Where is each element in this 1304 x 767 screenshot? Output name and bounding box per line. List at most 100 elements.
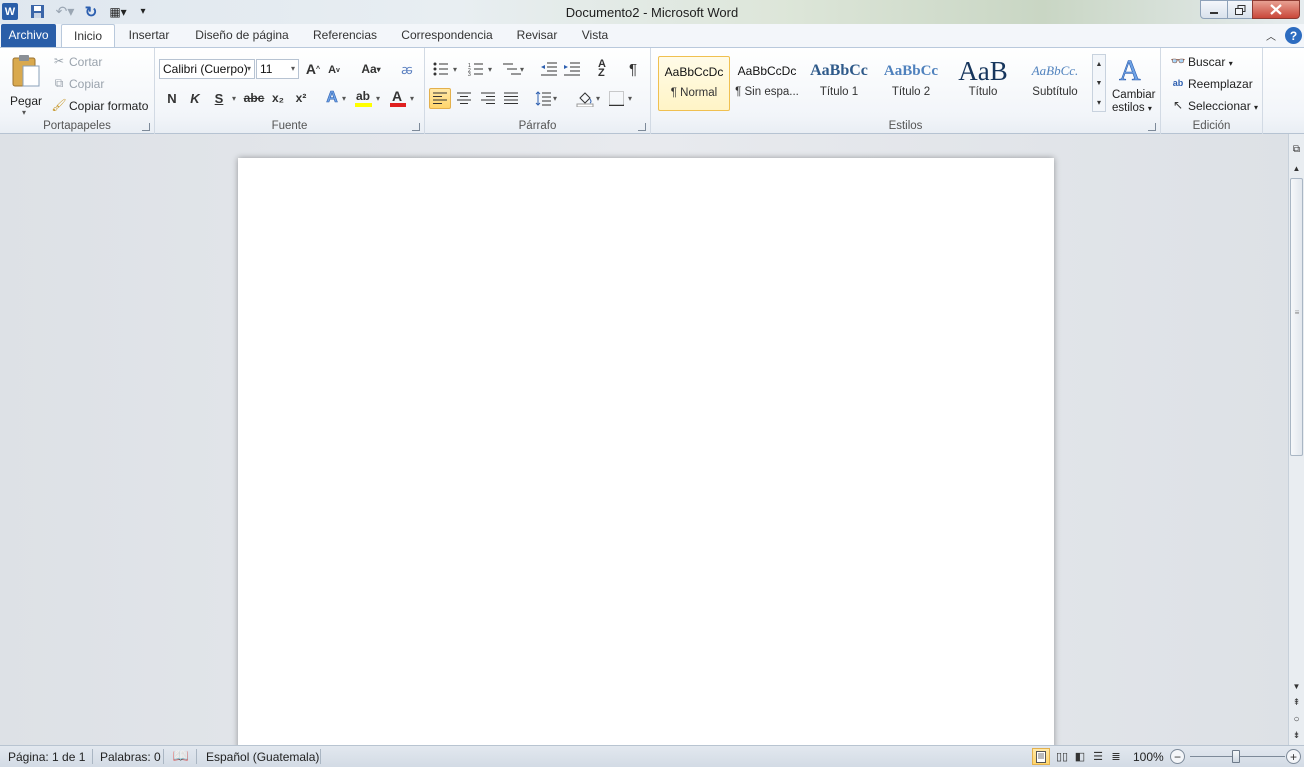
paste-button[interactable]: Pegar ▾ — [6, 53, 46, 117]
increase-indent-icon[interactable] — [564, 62, 580, 76]
minimize-ribbon-icon[interactable]: ︿ — [1264, 28, 1278, 43]
numbering-icon[interactable]: 123 — [468, 62, 484, 76]
scroll-thumb[interactable]: ≡ — [1290, 178, 1303, 456]
shading-icon[interactable] — [576, 90, 594, 107]
align-center-icon[interactable] — [457, 92, 471, 105]
bold-button[interactable]: N — [163, 88, 181, 108]
vertical-scrollbar[interactable]: ⧉ ▲ ≡ ▼ ⇞ ○ ⇟ — [1288, 134, 1304, 745]
multilevel-dropdown-icon[interactable]: ▾ — [520, 65, 524, 74]
show-formatting-button[interactable]: ¶ — [625, 59, 641, 79]
italic-button[interactable]: K — [186, 88, 204, 108]
shrink-font-icon[interactable]: Av — [327, 62, 341, 78]
align-right-icon[interactable] — [481, 92, 495, 105]
line-spacing-dropdown-icon[interactable]: ▾ — [553, 94, 557, 103]
draft-view-icon[interactable]: ≣ — [1108, 748, 1124, 765]
change-styles-button[interactable]: A Cambiar estilos ▾ — [1109, 52, 1157, 114]
tab-revisar[interactable]: Revisar — [509, 24, 565, 47]
style-name: Título — [968, 86, 998, 98]
reading-view-icon[interactable]: ▯▯ — [1054, 748, 1070, 765]
language-indicator[interactable]: Español (Guatemala) — [206, 750, 319, 764]
subscript-button[interactable]: x₂ — [269, 88, 287, 108]
replace-button[interactable]: Reemplazar — [1188, 77, 1253, 91]
bullets-dropdown-icon[interactable]: ▾ — [453, 65, 457, 74]
title-bar: W ↶▾ ↻ ▦▾ ▾ Documento2 - Microsoft Word — [0, 0, 1304, 24]
strikethrough-button[interactable]: abc — [243, 88, 265, 108]
scroll-up-icon[interactable]: ▲ — [1290, 161, 1303, 175]
web-layout-icon[interactable]: ◧ — [1072, 748, 1088, 765]
gallery-up-icon[interactable]: ▲ — [1093, 55, 1105, 74]
select-button[interactable]: Seleccionar ▾ — [1188, 99, 1258, 113]
bullets-icon[interactable] — [433, 62, 449, 76]
tab-insertar[interactable]: Insertar — [120, 24, 178, 47]
styles-launcher-icon[interactable] — [1148, 123, 1156, 131]
style-titulo[interactable]: AaB Título — [947, 56, 1019, 111]
tab-inicio[interactable]: Inicio — [61, 24, 115, 47]
zoom-in-icon[interactable]: + — [1286, 749, 1301, 764]
paste-dropdown-icon[interactable]: ▾ — [22, 108, 26, 117]
page-indicator[interactable]: Página: 1 de 1 — [8, 750, 85, 764]
clipboard-launcher-icon[interactable] — [142, 123, 150, 131]
style-subtitulo[interactable]: AaBbCc. Subtítulo — [1019, 56, 1091, 111]
style-titulo-2[interactable]: AaBbCc Título 2 — [875, 56, 947, 111]
change-case-button[interactable]: Aa ▾ — [357, 60, 385, 78]
cut-button[interactable]: Cortar — [69, 55, 102, 69]
text-effects-button[interactable]: A — [323, 88, 341, 108]
font-color-dropdown-icon[interactable]: ▾ — [410, 94, 414, 103]
highlight-dropdown-icon[interactable]: ▾ — [376, 94, 380, 103]
tab-referencias[interactable]: Referencias — [305, 24, 385, 47]
document-page[interactable] — [238, 158, 1054, 758]
proofing-icon[interactable]: 📖 — [172, 748, 190, 764]
justify-icon[interactable] — [504, 92, 518, 105]
style-titulo-1[interactable]: AaBbCc Título 1 — [803, 56, 875, 111]
font-launcher-icon[interactable] — [412, 123, 420, 131]
styles-gallery-scroll[interactable]: ▲ ▼ ▾ — [1092, 54, 1106, 112]
align-left-button[interactable] — [429, 88, 451, 109]
tab-vista[interactable]: Vista — [573, 24, 617, 47]
clear-formatting-icon[interactable]: ꬱ — [398, 60, 416, 78]
zoom-out-icon[interactable]: − — [1170, 749, 1185, 764]
grow-font-icon[interactable]: A ^ — [305, 60, 321, 78]
style-normal[interactable]: AaBbCcDc ¶ Normal — [658, 56, 730, 111]
tab-correspondencia[interactable]: Correspondencia — [393, 24, 501, 47]
line-spacing-icon[interactable] — [535, 91, 551, 106]
font-size-combo[interactable]: 11 ▾ — [256, 59, 299, 79]
superscript-button[interactable]: x² — [292, 88, 310, 108]
browse-object-icon[interactable]: ○ — [1290, 712, 1303, 726]
decrease-indent-icon[interactable] — [541, 62, 557, 76]
numbering-dropdown-icon[interactable]: ▾ — [488, 65, 492, 74]
ruler-toggle-icon[interactable]: ⧉ — [1290, 142, 1303, 156]
font-name-combo[interactable]: Calibri (Cuerpo) ▾ — [159, 59, 255, 79]
borders-dropdown-icon[interactable]: ▾ — [628, 94, 632, 103]
style-sin-espaciado[interactable]: AaBbCcDc ¶ Sin espa... — [731, 56, 803, 111]
tab-archivo[interactable]: Archivo — [1, 24, 56, 47]
outline-view-icon[interactable]: ☰ — [1090, 748, 1106, 765]
help-icon[interactable]: ? — [1285, 27, 1302, 44]
find-button[interactable]: Buscar ▾ — [1188, 55, 1233, 69]
restore-button[interactable] — [1227, 0, 1253, 19]
shading-dropdown-icon[interactable]: ▾ — [596, 94, 600, 103]
gallery-down-icon[interactable]: ▼ — [1093, 74, 1105, 93]
copy-button[interactable]: Copiar — [69, 77, 104, 91]
previous-page-icon[interactable]: ⇞ — [1290, 695, 1303, 709]
close-button[interactable] — [1252, 0, 1300, 19]
highlight-button[interactable]: ab — [354, 88, 374, 108]
zoom-slider-thumb[interactable] — [1232, 750, 1240, 763]
paragraph-launcher-icon[interactable] — [638, 123, 646, 131]
tab-diseno-pagina[interactable]: Diseño de página — [186, 24, 298, 47]
underline-button[interactable]: S — [210, 88, 228, 108]
format-painter-button[interactable]: Copiar formato — [69, 99, 148, 113]
multilevel-list-icon[interactable] — [503, 62, 521, 76]
next-page-icon[interactable]: ⇟ — [1290, 728, 1303, 742]
zoom-level[interactable]: 100% — [1133, 750, 1164, 764]
text-effects-dropdown-icon[interactable]: ▾ — [342, 94, 346, 103]
word-count[interactable]: Palabras: 0 — [100, 750, 161, 764]
sort-icon[interactable]: AZ — [593, 59, 611, 79]
gallery-more-icon[interactable]: ▾ — [1093, 93, 1105, 111]
print-layout-view-button[interactable] — [1032, 748, 1050, 765]
scroll-down-icon[interactable]: ▼ — [1290, 679, 1303, 693]
underline-dropdown-icon[interactable]: ▾ — [232, 94, 236, 103]
minimize-button[interactable] — [1200, 0, 1228, 19]
style-name: Título 2 — [891, 86, 931, 98]
borders-icon[interactable] — [609, 91, 624, 106]
font-color-button[interactable]: A — [389, 88, 407, 108]
